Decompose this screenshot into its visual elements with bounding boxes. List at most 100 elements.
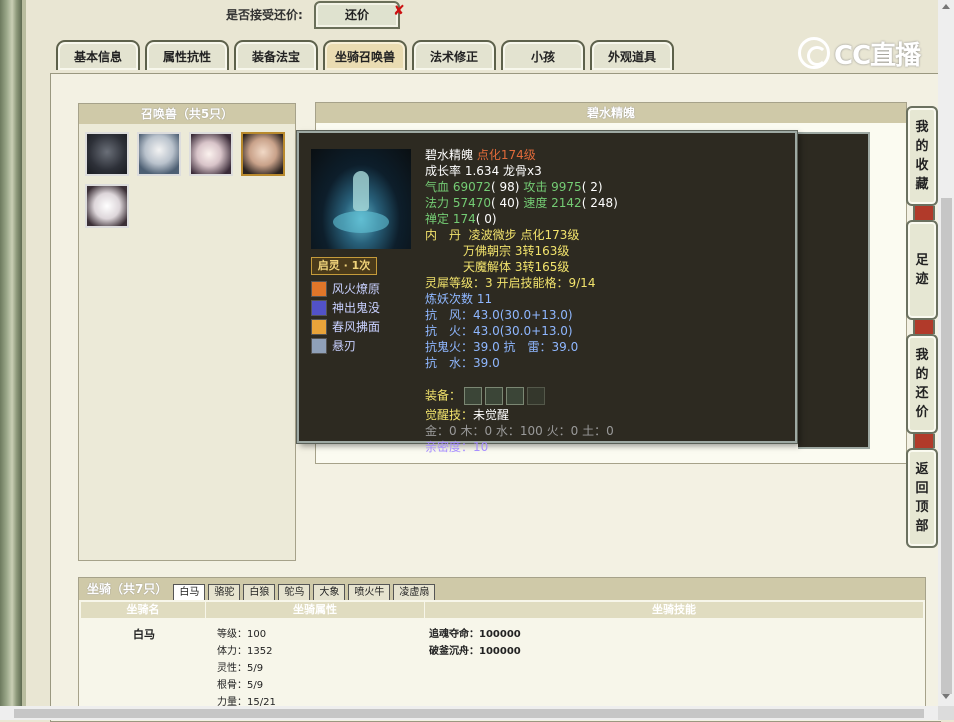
growth-extra: 龙骨x3	[503, 164, 542, 178]
mount-skill: 破釜沉舟：100000	[429, 646, 521, 657]
resist-value: 43.0(30.0+13.0)	[473, 308, 573, 322]
equip-slot-icon[interactable]	[506, 387, 525, 405]
cc-live-logo: CC直播	[798, 36, 921, 71]
mount-col-name: 坐骑名	[126, 603, 160, 616]
summon-portrait	[311, 149, 411, 249]
neidan-item: 凌波微步 点化173级	[468, 228, 580, 242]
summon-detail-title: 碧水精魄	[316, 103, 906, 123]
resist-value: 39.0	[473, 356, 500, 370]
scroll-corner	[938, 706, 954, 720]
summon-avatar[interactable]	[85, 132, 129, 176]
mount-col-skills: 坐骑技能	[424, 602, 923, 618]
mount-attr: 灵性：5/9	[217, 663, 264, 674]
sidenav-label: 足迹	[915, 253, 929, 287]
summon-avatar[interactable]	[189, 132, 233, 176]
scroll-down-icon[interactable]	[942, 694, 950, 699]
left-decor-strip	[22, 0, 26, 720]
equip-slot-icon[interactable]	[464, 387, 483, 405]
close-icon: ✘	[393, 3, 405, 19]
wind-skill-icon	[311, 318, 327, 335]
summon-stats: 碧水精魄 点化174级 成长率 1.634 龙骨x3 气血 69072( 98)…	[425, 147, 618, 455]
sidenav-favorites[interactable]: 我的收藏	[906, 106, 938, 206]
lingxi-label: 灵犀等级：	[425, 276, 486, 290]
spd-label: 速度	[523, 196, 548, 210]
mount-tab[interactable]: 鸵鸟	[278, 584, 311, 600]
hp-extra: ( 98)	[491, 180, 520, 194]
mount-tab[interactable]: 凌虚扇	[393, 584, 436, 600]
mount-attr: 根骨：5/9	[217, 680, 264, 691]
summon-level: 点化174级	[476, 148, 536, 162]
equip-label: 装备：	[425, 388, 462, 403]
tab-basic-info[interactable]: 基本信息	[56, 40, 140, 70]
mount-tab[interactable]: 白马	[173, 584, 206, 600]
summon-list-panel: 召唤兽（共5只）	[78, 103, 296, 561]
mp-label: 法力	[425, 196, 450, 210]
resist-label: 抗 风：	[425, 308, 474, 322]
mount-skill: 追魂夺命：100000	[429, 629, 521, 640]
tab-spell-correction[interactable]: 法术修正	[412, 40, 496, 70]
skill-item[interactable]: 悬刃	[311, 336, 380, 355]
tab-appearance[interactable]: 外观道具	[590, 40, 674, 70]
tab-child[interactable]: 小孩	[501, 40, 585, 70]
horizontal-scroll-thumb[interactable]	[14, 709, 924, 718]
atk-extra: ( 2)	[581, 180, 603, 194]
mount-tab[interactable]: 喷火牛	[348, 584, 391, 600]
summon-avatar-selected[interactable]	[241, 132, 285, 176]
ghost-skill-icon	[311, 299, 327, 316]
chan-label: 禅定	[425, 212, 450, 226]
mount-title: 坐骑（共7只）	[87, 582, 168, 596]
spd-value: 2142	[551, 196, 582, 210]
skill-item[interactable]: 风火燎原	[311, 279, 380, 298]
mount-attr: 等级：100	[217, 629, 267, 640]
sidenav-back-to-top[interactable]: 返回顶部	[906, 448, 938, 548]
scroll-up-icon[interactable]	[942, 4, 950, 9]
counteroffer-button[interactable]: 还价	[314, 1, 400, 29]
mp-extra: ( 40)	[491, 196, 520, 210]
mount-panel: 坐骑（共7只） 白马 骆驼 白狼 鸵鸟 大象 喷火牛 凌虚扇 坐骑名 坐骑属性 …	[78, 577, 926, 708]
sidenav-divider	[913, 206, 935, 220]
equip-slot-icon[interactable]	[485, 387, 504, 405]
neidan-label: 内 丹	[425, 228, 462, 242]
sidenav-divider	[913, 434, 935, 448]
tab-mount-summon[interactable]: 坐骑召唤兽	[323, 40, 407, 70]
resist-label: 抗鬼火：	[425, 340, 474, 354]
mount-tab[interactable]: 白狼	[243, 584, 276, 600]
sidenav-label: 返回顶部	[915, 462, 929, 534]
tab-equipment[interactable]: 装备法宝	[234, 40, 318, 70]
mount-tab[interactable]: 大象	[313, 584, 346, 600]
sidenav-label: 我的收藏	[915, 120, 929, 192]
resist-value: 43.0(30.0+13.0)	[473, 324, 573, 338]
neidan-item: 天魔解体 3转165级	[463, 260, 570, 274]
sidenav-footprint[interactable]: 足迹	[906, 220, 938, 320]
spd-extra: ( 248)	[581, 196, 618, 210]
awaken-label: 觉醒技：	[425, 408, 474, 422]
mount-row: 白马 等级：100 体力：1352 灵性：5/9 根骨：5/9 力量：15/21…	[79, 618, 925, 708]
tab-attributes[interactable]: 属性抗性	[145, 40, 229, 70]
logo-icon	[798, 37, 830, 69]
atk-label: 攻击	[523, 180, 548, 194]
left-decor-border	[0, 0, 22, 720]
summon-avatar[interactable]	[137, 132, 181, 176]
equip-slot-icon[interactable]	[527, 387, 546, 405]
mp-value: 57470	[452, 196, 492, 210]
resist-value: 39.0 抗 雷：39.0	[473, 340, 579, 354]
lianyao-label: 炼妖次数	[425, 292, 474, 306]
skill-item[interactable]: 神出鬼没	[311, 298, 380, 317]
atk-value: 9975	[551, 180, 582, 194]
intimacy-value: 亲密度：10	[425, 440, 489, 454]
mount-skills: 追魂夺命：100000 破釜沉舟：100000	[429, 626, 521, 660]
hp-value: 69072	[452, 180, 492, 194]
lingxi-extra: 开启技能格：	[496, 276, 569, 290]
lingxi-slots: 9/14	[568, 276, 596, 290]
mount-name: 白马	[133, 628, 155, 641]
skill-item[interactable]: 春风拂面	[311, 317, 380, 336]
chan-extra: ( 0)	[475, 212, 497, 226]
mount-header-bar: 坐骑（共7只） 白马 骆驼 白狼 鸵鸟 大象 喷火牛 凌虚扇	[79, 578, 925, 600]
sidenav-my-counteroffers[interactable]: 我的还价	[906, 334, 938, 434]
info-tabs: 基本信息 属性抗性 装备法宝 坐骑召唤兽 法术修正 小孩 外观道具	[56, 40, 674, 70]
mount-tab[interactable]: 骆驼	[208, 584, 241, 600]
vertical-scroll-thumb[interactable]	[941, 198, 952, 694]
summon-avatar[interactable]	[85, 184, 129, 228]
sidenav-divider	[913, 320, 935, 334]
accept-counteroffer-label: 是否接受还价:	[226, 8, 303, 22]
